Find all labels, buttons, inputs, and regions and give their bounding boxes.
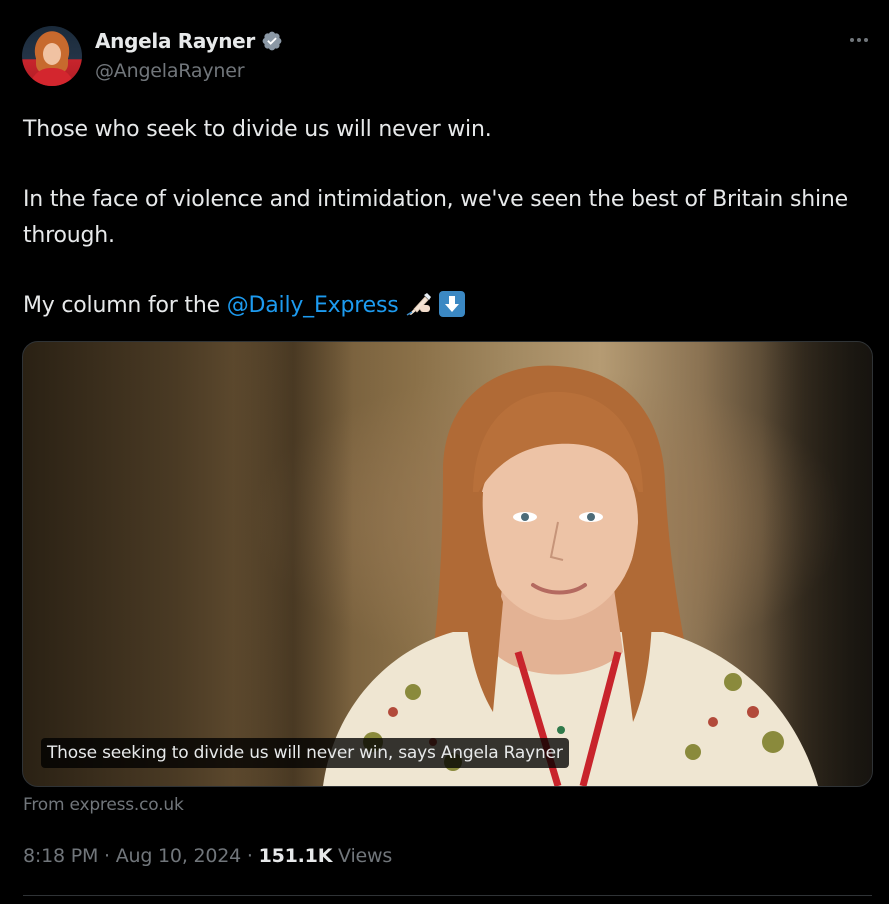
divider <box>23 895 872 896</box>
views-count[interactable]: 151.1K <box>259 845 333 867</box>
tweet-text: Those who seek to divide us will never w… <box>23 112 879 324</box>
tweet: Angela Rayner @AngelaRayner Those who se… <box>0 0 889 904</box>
card-caption[interactable]: Those seeking to divide us will never wi… <box>41 738 569 768</box>
meta-separator-2: · <box>241 845 259 867</box>
portrait-photo <box>323 365 818 786</box>
tweet-date[interactable]: Aug 10, 2024 <box>116 845 242 867</box>
tweet-time[interactable]: 8:18 PM <box>23 845 98 867</box>
link-card-image[interactable] <box>22 341 873 787</box>
mention-link[interactable]: @Daily_Express <box>227 293 399 318</box>
views-label: Views <box>332 845 393 867</box>
tweet-line-3: My column for the @Daily_Express <box>23 288 879 324</box>
card-source[interactable]: From express.co.uk <box>23 795 184 815</box>
tweet-line-1: Those who seek to divide us will never w… <box>23 117 492 142</box>
avatar-clothing <box>30 68 74 86</box>
meta-separator: · <box>98 845 116 867</box>
more-options-icon[interactable] <box>844 28 874 52</box>
down-arrow-icon <box>438 291 465 317</box>
avatar-face <box>43 43 61 65</box>
writing-hand-icon <box>406 293 431 316</box>
author-handle[interactable]: @AngelaRayner <box>95 60 245 82</box>
tweet-line-3-prefix: My column for the <box>23 293 227 318</box>
avatar[interactable] <box>22 26 82 86</box>
tweet-line-2: In the face of violence and intimidation… <box>23 187 848 248</box>
author-display-name[interactable]: Angela Rayner <box>95 29 255 53</box>
verified-badge-icon[interactable] <box>261 30 283 52</box>
author-name-row: Angela Rayner <box>95 29 283 53</box>
tweet-meta: 8:18 PM · Aug 10, 2024 · 151.1K Views <box>23 845 392 867</box>
